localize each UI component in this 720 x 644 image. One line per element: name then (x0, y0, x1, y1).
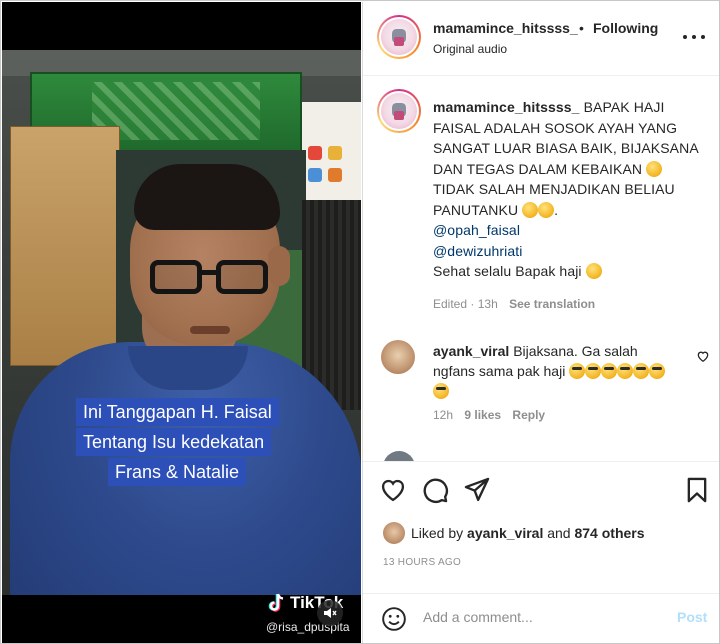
caption-text-4: Sehat selalu Bapak haji (433, 263, 582, 279)
video-caption-line-3: Frans & Natalie (108, 458, 247, 486)
liked-by-prefix: Liked by (411, 525, 464, 541)
comment-input[interactable]: Add a comment... (423, 609, 533, 625)
sunglasses-emoji-icon (601, 363, 618, 379)
sunglasses-emoji-icon (433, 383, 449, 399)
liked-by-joiner: and (547, 525, 571, 541)
author-username[interactable]: mamamince_hitssss_ (433, 20, 578, 36)
following-button[interactable]: Following (593, 20, 658, 36)
more-options-icon[interactable] (683, 32, 705, 42)
edited-label: Edited (433, 297, 468, 311)
mention-dewizuhriati[interactable]: @dewizuhriati (433, 243, 522, 259)
comment: ayank_viral Bijaksana. Ga salah ngfans s… (433, 341, 673, 401)
hugging-face-emoji-icon (585, 263, 602, 279)
sunglasses-emoji-icon (649, 363, 666, 379)
smiling-face-emoji-icon (538, 201, 555, 218)
post-details-panel: mamamince_hitssss_ • Following Original … (362, 2, 719, 643)
sunglasses-emoji-icon (617, 363, 634, 379)
next-comment-text: ... (433, 453, 445, 461)
share-send-icon[interactable] (463, 476, 491, 504)
sunglasses-emoji-icon (585, 363, 602, 379)
commenter-avatar[interactable] (381, 340, 415, 374)
cardboard-box (10, 126, 120, 366)
header-separator: • (579, 20, 584, 36)
person-glasses (150, 260, 276, 300)
caption-time[interactable]: 13h (478, 297, 498, 311)
comments-list[interactable]: mamamince_hitssss_ BAPAK HAJI FAISAL ADA… (363, 77, 719, 461)
emoji-picker-icon[interactable] (381, 606, 407, 632)
person-mouth (190, 326, 230, 334)
liked-by-user[interactable]: ayank_viral (467, 525, 543, 541)
comment-username[interactable]: ayank_viral (433, 343, 509, 359)
video-frame (2, 50, 361, 595)
hugging-face-emoji-icon (646, 160, 663, 177)
audio-link[interactable]: Original audio (433, 42, 507, 56)
post-modal: Ini Tanggapan H. Faisal Tentang Isu kede… (0, 0, 720, 644)
comment-like-heart-icon[interactable] (696, 349, 710, 363)
speaker-muted-icon (324, 608, 337, 618)
comment-composer: Add a comment... Post (363, 593, 719, 643)
next-commenter-avatar[interactable] (383, 451, 415, 461)
smiling-face-emoji-icon (522, 201, 539, 218)
caption-username[interactable]: mamamince_hitssss_ (433, 99, 580, 115)
meta-dot: · (470, 297, 475, 311)
liked-by: Liked by ayank_viral and 874 others (383, 522, 645, 544)
video-caption-line-1: Ini Tanggapan H. Faisal (76, 398, 279, 426)
post-timestamp[interactable]: 13 HOURS AGO (383, 557, 461, 568)
reel-video[interactable]: Ini Tanggapan H. Faisal Tentang Isu kede… (2, 2, 361, 643)
caption-text-3: . (554, 201, 559, 218)
comment-likes[interactable]: 9 likes (464, 408, 501, 422)
reply-button[interactable]: Reply (512, 408, 545, 422)
comment-bubble-icon[interactable] (421, 476, 449, 504)
person-hair (134, 164, 280, 230)
author-avatar[interactable] (377, 15, 421, 59)
like-heart-icon[interactable] (379, 476, 407, 504)
video-caption-line-2: Tentang Isu kedekatan (76, 428, 272, 456)
tiktok-logo-icon (268, 593, 284, 612)
comment-time[interactable]: 12h (433, 408, 453, 422)
liker-avatar[interactable] (383, 522, 405, 544)
post-actions: Liked by ayank_viral and 874 others 13 H… (363, 461, 719, 601)
next-comment-cut: ... (383, 451, 713, 461)
post-header: mamamince_hitssss_ • Following Original … (363, 2, 719, 76)
save-bookmark-icon[interactable] (683, 476, 711, 504)
comment-meta: 12h 9 likes Reply (433, 408, 545, 422)
mute-button[interactable] (317, 600, 343, 626)
toy-box-right (302, 102, 361, 212)
caption-author-avatar[interactable] (377, 89, 421, 133)
post-comment-button[interactable]: Post (677, 609, 707, 625)
sunglasses-emoji-icon (569, 363, 586, 379)
sunglasses-emoji-icon (633, 363, 650, 379)
liked-by-others[interactable]: 874 others (574, 525, 644, 541)
see-translation-button[interactable]: See translation (509, 297, 595, 311)
mention-opah-faisal[interactable]: @opah_faisal (433, 222, 520, 238)
caption-meta: Edited · 13h See translation (433, 297, 595, 311)
post-caption: mamamince_hitssss_ BAPAK HAJI FAISAL ADA… (433, 97, 703, 282)
